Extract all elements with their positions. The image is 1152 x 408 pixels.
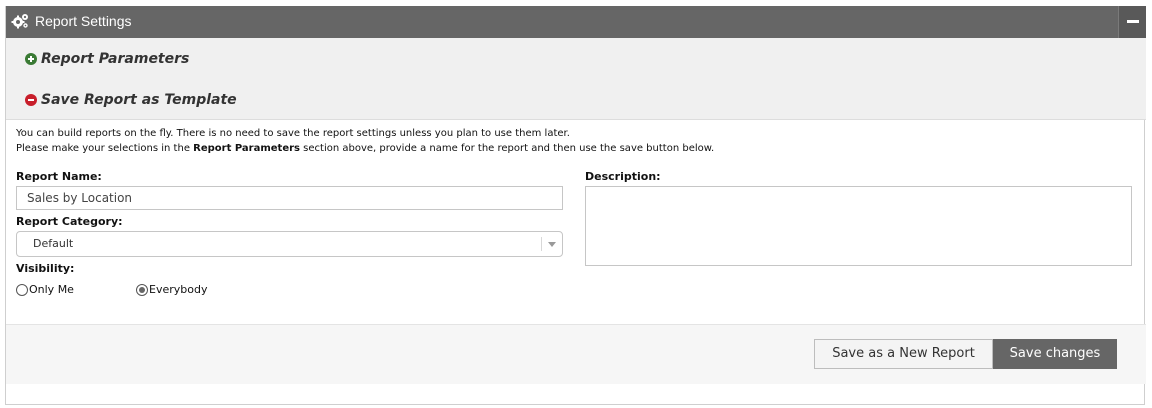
minus-circle-icon xyxy=(25,94,37,106)
visibility-only-me-option[interactable]: Only Me xyxy=(16,283,74,296)
minus-icon xyxy=(1127,20,1139,23)
info-text: You can build reports on the fly. There … xyxy=(16,126,714,156)
form-footer: Save as a New Report Save changes xyxy=(6,324,1146,384)
description-label: Description: xyxy=(585,170,661,183)
collapse-button[interactable] xyxy=(1118,6,1146,38)
info-text-part: section above, provide a name for the re… xyxy=(300,143,715,154)
report-settings-panel: Report Settings Report Parameters Save R… xyxy=(5,6,1146,405)
save-as-new-report-button[interactable]: Save as a New Report xyxy=(814,339,993,369)
report-category-value: Default xyxy=(33,237,74,250)
section-label: Save Report as Template xyxy=(41,92,237,108)
plus-circle-icon xyxy=(25,53,37,65)
info-bold-text: Report Parameters xyxy=(193,143,300,154)
radio-label: Only Me xyxy=(29,283,74,296)
gears-icon xyxy=(11,14,28,29)
save-changes-button[interactable]: Save changes xyxy=(993,339,1117,369)
visibility-label: Visibility: xyxy=(16,262,75,275)
radio-only-me[interactable] xyxy=(16,283,28,296)
section-label: Report Parameters xyxy=(41,51,190,67)
visibility-everybody-option[interactable]: Everybody xyxy=(136,283,207,296)
panel-title: Report Settings xyxy=(35,13,132,29)
report-category-select[interactable]: Default xyxy=(16,231,563,257)
chevron-down-icon xyxy=(548,242,556,247)
report-name-input[interactable]: Sales by Location xyxy=(16,186,563,210)
section-report-parameters[interactable]: Report Parameters xyxy=(25,48,189,70)
section-toggles: Report Parameters Save Report as Templat… xyxy=(6,38,1146,120)
radio-label: Everybody xyxy=(149,283,208,296)
radio-everybody[interactable] xyxy=(136,283,148,296)
report-category-label: Report Category: xyxy=(16,215,123,228)
panel-header: Report Settings xyxy=(6,6,1146,38)
section-save-report-template[interactable]: Save Report as Template xyxy=(25,89,237,111)
select-divider xyxy=(541,237,542,251)
description-textarea[interactable] xyxy=(585,186,1132,266)
report-name-label: Report Name: xyxy=(16,170,102,183)
info-line-1: You can build reports on the fly. There … xyxy=(16,128,570,139)
info-line-2: Please make your selections in the Repor… xyxy=(16,141,714,156)
info-text-part: Please make your selections in the xyxy=(16,143,194,154)
